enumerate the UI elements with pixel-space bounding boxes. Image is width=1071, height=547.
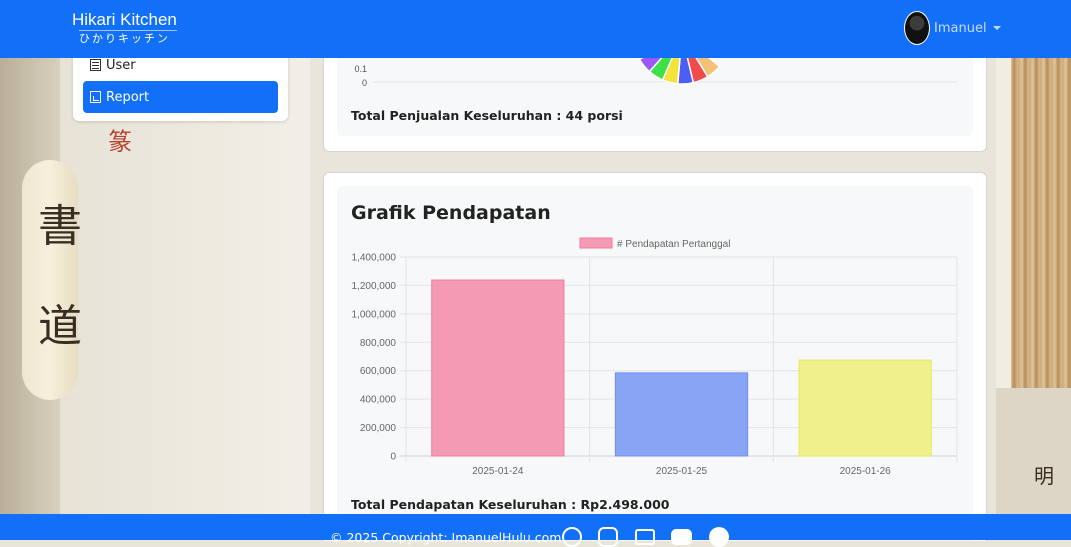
- chevron-down-icon: [992, 26, 1001, 30]
- y-tick-label: 600,000: [360, 366, 397, 377]
- income-bar-chart: # Pendapatan Pertanggal 0 200,000 400,000 60…: [352, 237, 958, 477]
- sidebar-item-label: User: [106, 57, 136, 73]
- y-tick-label: 1,200,000: [352, 281, 397, 292]
- avatar: [904, 11, 930, 45]
- bar[interactable]: [614, 372, 749, 457]
- income-chart-card: Grafik Pendapatan # Pendapatan Pertangga…: [323, 172, 987, 541]
- email-icon[interactable]: [635, 529, 655, 545]
- brand-subtitle: ひかりキッチン: [79, 30, 177, 46]
- youtube-icon[interactable]: [671, 529, 692, 545]
- x-tick-label: 2025-01-25: [656, 466, 708, 477]
- sidebar: User Report: [73, 47, 288, 121]
- y-tick-label: 1,400,000: [352, 253, 397, 264]
- footer: © 2025 Copyright: ImanuelHulu.com: [0, 514, 1071, 547]
- y-tick-label: 0: [390, 452, 396, 463]
- user-dropdown[interactable]: Imanuel: [904, 11, 1001, 45]
- background-calligraphy-3: 篆: [108, 128, 132, 156]
- top-navbar: Hikari Kitchen ひかりキッチン Imanuel: [0, 0, 1071, 58]
- sidebar-item-report[interactable]: Report: [83, 81, 278, 113]
- x-tick-label: 2025-01-24: [472, 466, 524, 477]
- brand-title: Hikari Kitchen: [72, 10, 177, 29]
- income-chart-panel: Grafik Pendapatan # Pendapatan Pertangga…: [337, 186, 973, 541]
- background-calligraphy-2: 道: [38, 301, 82, 352]
- whatsapp-icon[interactable]: [562, 527, 582, 547]
- y-tick-label: 800,000: [360, 338, 397, 349]
- telegram-icon[interactable]: [709, 527, 729, 547]
- background-calligraphy-4: 明: [1034, 464, 1054, 488]
- y-tick-label: 1,000,000: [352, 309, 397, 320]
- income-total-text: Total Pendapatan Keseluruhan : Rp2.498.0…: [351, 497, 670, 512]
- legend-label[interactable]: # Pendapatan Pertanggal: [617, 239, 730, 250]
- y-tick-label: 200,000: [360, 423, 397, 434]
- x-tick-label: 2025-01-26: [840, 466, 892, 477]
- bar[interactable]: [431, 279, 565, 457]
- pie-y-tick: 0: [362, 78, 367, 88]
- sidebar-item-label: Report: [106, 89, 150, 105]
- user-name: Imanuel: [934, 20, 987, 36]
- pie-y-tick: 0.1: [354, 64, 367, 74]
- y-tick-label: 400,000: [360, 395, 397, 406]
- bar[interactable]: [798, 359, 932, 457]
- brand-logo[interactable]: Hikari Kitchen ひかりキッチン: [72, 10, 177, 46]
- income-chart-title: Grafik Pendapatan: [351, 202, 551, 224]
- background-calligraphy-1: 書: [38, 201, 82, 252]
- list-icon: [90, 59, 101, 71]
- instagram-icon[interactable]: [598, 527, 618, 547]
- footer-copyright: © 2025 Copyright: ImanuelHulu.com: [330, 530, 562, 545]
- legend-swatch[interactable]: [579, 237, 613, 249]
- file-icon: [90, 91, 101, 103]
- sales-total-text: Total Penjualan Keseluruhan : 44 porsi: [351, 108, 623, 123]
